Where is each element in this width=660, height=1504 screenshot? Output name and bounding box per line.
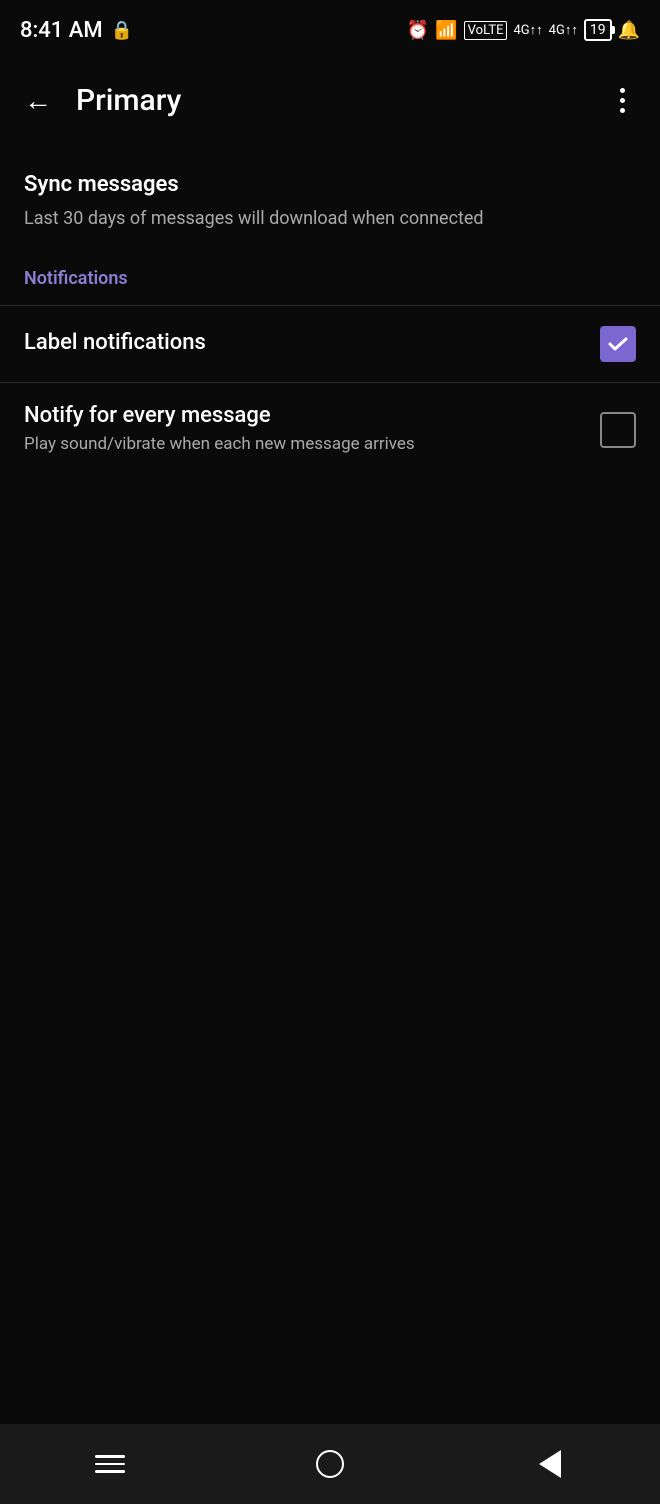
- status-time: 8:41 AM 🔒: [20, 18, 133, 43]
- page-title: Primary: [76, 83, 584, 118]
- back-arrow-icon: ←: [24, 84, 52, 117]
- volte-icon: VoLTE: [464, 21, 508, 40]
- notify-every-message-title: Notify for every message: [24, 403, 584, 428]
- label-notifications-content: Label notifications: [24, 330, 600, 359]
- wifi-icon: 📶: [435, 20, 457, 41]
- back-button[interactable]: ←: [16, 78, 60, 122]
- data-icon: 🔔: [618, 20, 640, 41]
- notifications-section-header: Notifications: [0, 260, 660, 305]
- nav-back-button[interactable]: [510, 1434, 590, 1494]
- battery-icon: 19: [584, 19, 612, 41]
- hamburger-icon: [95, 1455, 125, 1473]
- bottom-navigation: [0, 1424, 660, 1504]
- sync-section: Sync messages Last 30 days of messages w…: [0, 140, 660, 260]
- status-icons: ⏰ 📶 VoLTE 4G↑↑ 4G↑↑ 19 🔔: [407, 19, 640, 41]
- nav-home-button[interactable]: [290, 1434, 370, 1494]
- notify-every-message-row[interactable]: Notify for every message Play sound/vibr…: [0, 382, 660, 478]
- status-bar: 8:41 AM 🔒 ⏰ 📶 VoLTE 4G↑↑ 4G↑↑ 19 🔔: [0, 0, 660, 60]
- sync-title: Sync messages: [24, 172, 636, 197]
- label-notifications-checkbox[interactable]: [600, 326, 636, 362]
- app-bar: ← Primary: [0, 60, 660, 140]
- lock-icon: 🔒: [111, 20, 133, 41]
- notify-every-message-checkbox[interactable]: [600, 412, 636, 448]
- notify-every-message-content: Notify for every message Play sound/vibr…: [24, 403, 600, 458]
- more-options-button[interactable]: [600, 78, 644, 122]
- notifications-label: Notifications: [24, 268, 128, 289]
- checkmark-icon: [606, 332, 630, 356]
- signal-4g-icon: 4G↑↑: [513, 22, 542, 38]
- nav-menu-button[interactable]: [70, 1434, 150, 1494]
- label-notifications-row[interactable]: Label notifications: [0, 305, 660, 382]
- signal-4g-2-icon: 4G↑↑: [549, 22, 578, 38]
- home-circle-icon: [316, 1450, 344, 1478]
- alarm-icon: ⏰: [407, 20, 429, 41]
- label-notifications-title: Label notifications: [24, 330, 584, 355]
- back-triangle-icon: [539, 1450, 561, 1478]
- three-dots-icon: [620, 88, 625, 113]
- notify-every-message-description: Play sound/vibrate when each new message…: [24, 432, 584, 458]
- sync-description: Last 30 days of messages will download w…: [24, 205, 636, 232]
